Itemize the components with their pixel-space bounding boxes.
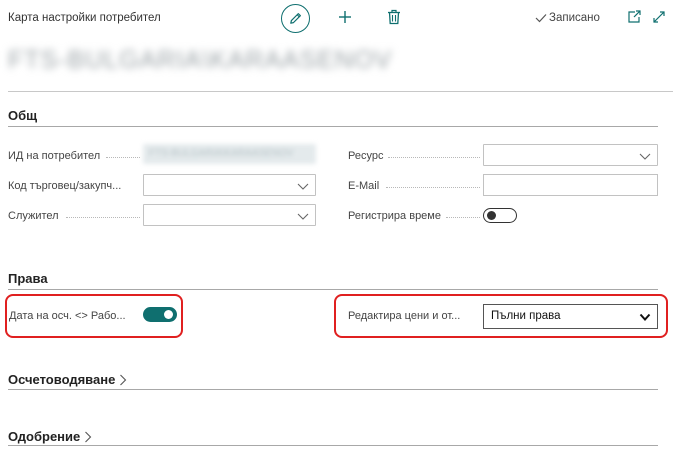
employee-select[interactable] (143, 204, 316, 226)
chevron-down-icon (297, 213, 309, 220)
open-new-window-icon (628, 10, 641, 23)
employee-dots (66, 217, 140, 218)
plus-icon (339, 11, 351, 23)
saved-label: Записано (549, 12, 600, 24)
resource-dots (388, 157, 480, 158)
expand-button[interactable] (652, 10, 666, 24)
toggle-knob (164, 310, 173, 319)
delete-button[interactable] (387, 9, 401, 25)
open-in-new-window-button[interactable] (627, 10, 641, 24)
register-time-toggle[interactable] (483, 208, 517, 223)
email-field[interactable] (483, 174, 658, 196)
saved-status: Записано (535, 12, 600, 24)
section-approval-header[interactable]: Одобрение (8, 429, 92, 444)
check-icon (535, 14, 547, 23)
edit-button[interactable] (281, 4, 310, 33)
employee-label: Служител (8, 210, 59, 222)
expand-icon (653, 11, 665, 23)
section-general-title: Общ (8, 108, 38, 123)
header-divider (8, 91, 673, 92)
resource-select[interactable] (483, 144, 658, 166)
user-id-label: ИД на потребител (8, 150, 101, 162)
chevron-right-icon (85, 431, 92, 442)
resource-label: Ресурс (348, 150, 384, 162)
edit-prices-select[interactable]: Пълни права (483, 304, 658, 329)
section-accounting-header[interactable]: Осчетоводяване (8, 372, 127, 387)
new-button[interactable] (337, 9, 353, 25)
user-id-value: FTS-BULGARIA\KARAASENOV (143, 144, 316, 164)
chevron-right-icon (120, 374, 127, 385)
section-approval-title: Одобрение (8, 429, 81, 444)
section-accounting-title: Осчетоводяване (8, 372, 116, 387)
section-rights-title: Права (8, 271, 48, 286)
edit-prices-value: Пълни права (491, 310, 561, 322)
section-rights-underline (8, 289, 658, 290)
register-time-dots (446, 217, 480, 218)
section-approval-underline (8, 445, 658, 446)
chevron-down-icon (639, 153, 651, 160)
section-accounting-underline (8, 389, 658, 390)
chevron-down-icon (639, 313, 651, 321)
section-general-underline (8, 126, 658, 127)
register-time-label: Регистрира време (348, 210, 441, 222)
chevron-down-icon (297, 183, 309, 190)
salesperson-label: Код търговец/закупч... (8, 180, 122, 192)
user-id-dots (106, 157, 140, 158)
posting-date-label: Дата на осч. <> Рабо... (9, 310, 126, 322)
salesperson-select[interactable] (143, 174, 316, 196)
page-caption: Карта настройки потребител (8, 12, 161, 24)
edit-icon (290, 13, 301, 24)
email-label: E-Mail (348, 180, 380, 192)
trash-icon (388, 9, 400, 25)
edit-prices-label: Редактира цени и от... (348, 310, 461, 322)
record-title: FTS-BULGARIA\KARAASENOV (8, 46, 393, 74)
posting-date-toggle[interactable] (143, 307, 177, 322)
section-general-header[interactable]: Общ (8, 108, 37, 123)
email-dots (386, 187, 480, 188)
toggle-knob (487, 211, 496, 220)
section-rights-header[interactable]: Права (8, 271, 48, 286)
